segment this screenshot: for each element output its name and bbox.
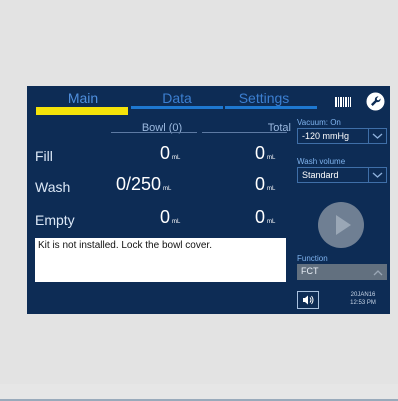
empty-total-unit: mL <box>267 219 276 225</box>
page-footer-area <box>0 384 398 399</box>
fill-total-value: 0 mL <box>255 143 275 164</box>
chevron-down-icon <box>368 129 386 143</box>
wash-bowl-value: 0/250 mL <box>116 174 171 195</box>
empty-total-number: 0 <box>255 207 266 227</box>
row-label-fill: Fill <box>35 148 53 164</box>
fill-bowl-unit: mL <box>172 155 181 161</box>
tab-data-label: Data <box>162 90 192 106</box>
device-screen: Main Data Settings Bowl (0) Total Fill 0… <box>27 86 390 314</box>
speaker-icon <box>303 295 314 305</box>
wash-total-number: 0 <box>255 174 266 194</box>
start-button[interactable] <box>318 202 364 248</box>
date-text: 20JAN16 <box>350 292 376 298</box>
vacuum-label: Vacuum: On <box>297 118 341 127</box>
empty-bowl-unit: mL <box>172 219 181 225</box>
tab-data[interactable]: Data <box>131 90 223 106</box>
tab-main-label: Main <box>67 90 99 106</box>
fill-bowl-number: 0 <box>160 143 171 163</box>
function-value: FCT <box>301 266 319 276</box>
tab-settings-underline <box>225 106 317 109</box>
wash-total-unit: mL <box>267 186 276 192</box>
tab-data-underline <box>131 106 223 109</box>
wash-volume-select[interactable]: Standard <box>297 167 387 183</box>
status-message-box: Kit is not installed. Lock the bowl cove… <box>35 238 286 282</box>
column-header-total-line <box>202 132 287 133</box>
function-label: Function <box>297 254 328 263</box>
volume-button[interactable] <box>297 291 319 309</box>
status-message: Kit is not installed. Lock the bowl cove… <box>38 240 212 251</box>
fill-total-number: 0 <box>255 143 266 163</box>
row-label-empty: Empty <box>35 212 75 228</box>
play-icon <box>336 215 351 235</box>
date-time-display: 20JAN16 12:53 PM <box>339 291 387 307</box>
wash-bowl-number: 0/250 <box>116 174 162 194</box>
wash-bowl-unit: mL <box>163 186 172 192</box>
vacuum-select[interactable]: -120 mmHg <box>297 128 387 144</box>
tab-settings[interactable]: Settings <box>225 90 303 106</box>
barcode-icon[interactable] <box>334 95 352 109</box>
tab-main[interactable]: Main <box>37 90 129 106</box>
active-tab-indicator <box>36 107 128 115</box>
wrench-icon[interactable] <box>366 92 385 111</box>
tab-settings-label: Settings <box>238 90 290 106</box>
column-header-bowl-line <box>111 132 197 133</box>
wash-total-value: 0 mL <box>255 174 275 195</box>
fill-bowl-value: 0 mL <box>160 143 180 164</box>
wash-volume-label: Wash volume <box>297 157 346 166</box>
empty-bowl-value: 0 mL <box>160 207 180 228</box>
vacuum-value: -120 mmHg <box>302 131 350 141</box>
empty-bowl-number: 0 <box>160 207 171 227</box>
row-label-wash: Wash <box>35 179 71 195</box>
wash-volume-value: Standard <box>302 170 339 180</box>
chevron-up-icon <box>371 266 385 278</box>
empty-total-value: 0 mL <box>255 207 275 228</box>
time-text: 12:53 PM <box>350 300 376 306</box>
function-select[interactable]: FCT <box>297 264 387 280</box>
fill-total-unit: mL <box>267 155 276 161</box>
chevron-down-icon <box>368 168 386 182</box>
